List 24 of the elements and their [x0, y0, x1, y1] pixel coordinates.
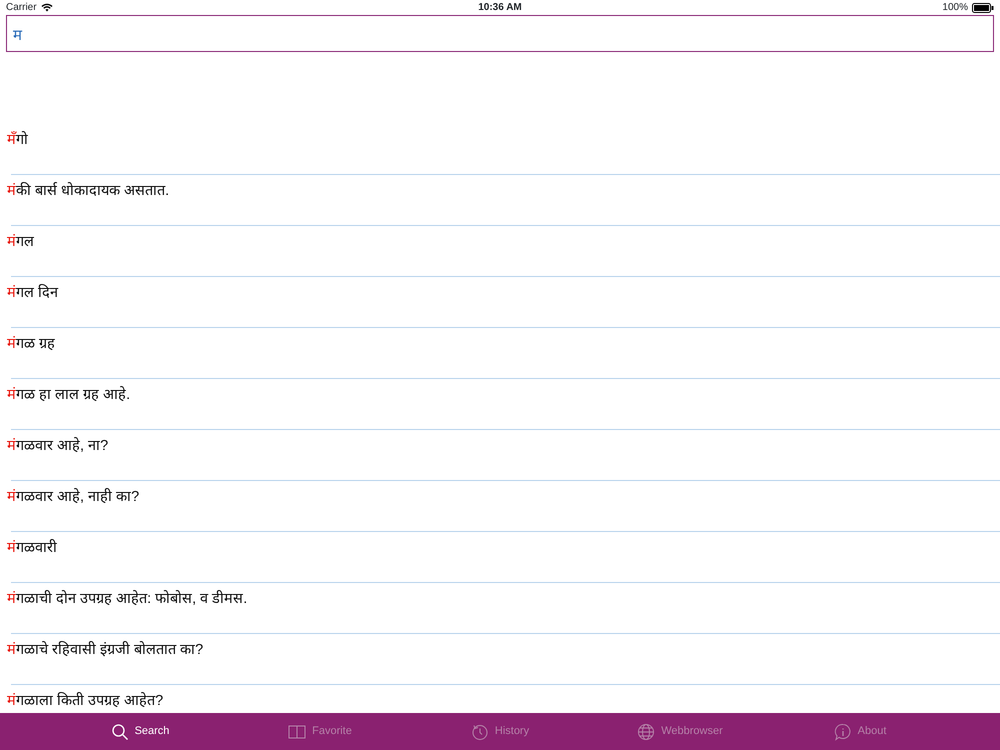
result-item[interactable]: मंगळवारी: [7, 540, 57, 556]
result-item[interactable]: मंगळ ग्रह: [7, 336, 56, 352]
tab-button[interactable]: Search: [50, 713, 230, 750]
result-item[interactable]: मंगळाचे रहिवासी इंग्रजी बोलतात का?: [7, 642, 204, 658]
battery-percent: 100%: [942, 1, 968, 15]
search-icon: [110, 722, 129, 740]
search-field[interactable]: म: [6, 15, 994, 52]
result-item[interactable]: मंगळ हा लाल ग्रह आहे.: [7, 387, 130, 403]
wifi-icon: [40, 3, 53, 12]
info-icon: [834, 722, 852, 740]
result-item[interactable]: मंगळाची दोन उपग्रह आहेत: फोबोस, व डीमस.: [7, 591, 248, 607]
clock-icon: [470, 722, 489, 740]
carrier-label: Carrier: [6, 1, 37, 15]
globe-icon: [637, 722, 656, 740]
clock-time: 10:36 AM: [478, 2, 522, 13]
result-item[interactable]: मँगो: [7, 132, 28, 148]
result-item[interactable]: मंगल: [7, 234, 34, 250]
battery-icon: [972, 2, 994, 12]
result-item[interactable]: मंगळवार आहे, नाही का?: [7, 489, 140, 505]
result-item[interactable]: मंगळाला किती उपग्रह आहेत?: [7, 693, 164, 709]
result-item[interactable]: मंकी बार्स धोकादायक असतात.: [7, 183, 170, 199]
book-icon: [288, 722, 306, 740]
result-item[interactable]: मंगल दिन: [7, 285, 58, 301]
result-item[interactable]: मंगळवार आहे, ना?: [7, 438, 108, 454]
